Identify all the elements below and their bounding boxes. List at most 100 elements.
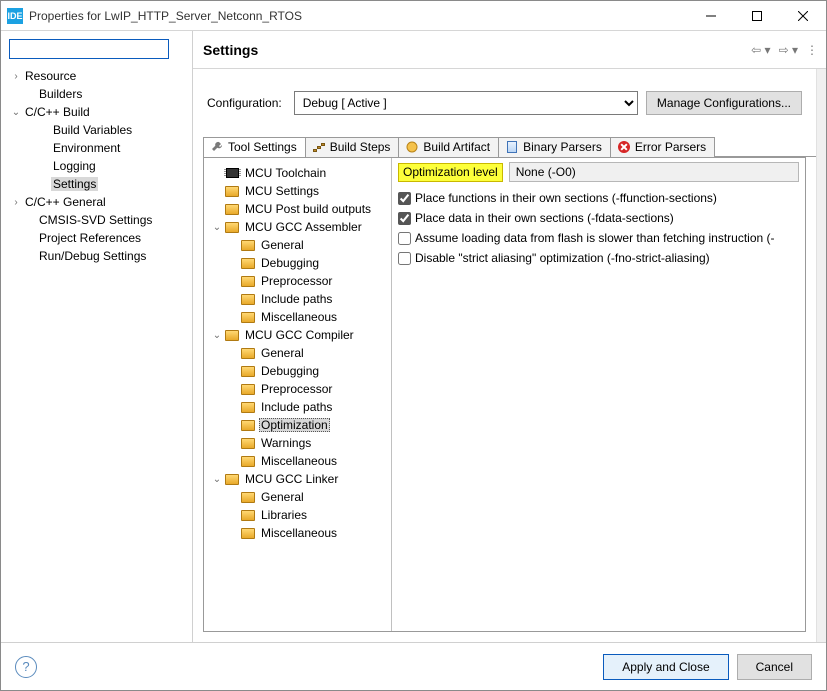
page-header: Settings ⇦ ▾ ⇨ ▾ ⋮ [193, 31, 826, 69]
tool-tree-label: MCU GCC Assembler [243, 220, 364, 234]
tool-tree-item[interactable]: General [206, 488, 389, 506]
tool-tree-item[interactable]: MCU Toolchain [206, 164, 389, 182]
tool-tree-item[interactable]: ⌄ MCU GCC Assembler [206, 218, 389, 236]
tree-twisty-icon[interactable]: ⌄ [9, 107, 23, 118]
tool-tree-item[interactable]: Optimization [206, 416, 389, 434]
menu-icon[interactable]: ⋮ [806, 43, 818, 57]
tool-tree-item[interactable]: ⌄MCU GCC Compiler [206, 326, 389, 344]
option-checkbox[interactable] [398, 252, 411, 265]
tool-tree-item[interactable]: Preprocessor [206, 380, 389, 398]
options-checkbox-list: Place functions in their own sections (-… [398, 188, 799, 268]
tree-item-label: C/C++ General [23, 195, 108, 209]
tree-item-label: Project References [37, 231, 143, 245]
tool-tree-item[interactable]: Include paths [206, 290, 389, 308]
option-checkbox[interactable] [398, 232, 411, 245]
help-icon[interactable]: ? [15, 656, 37, 678]
tool-tree-item[interactable]: Miscellaneous [206, 452, 389, 470]
tool-tree-label: Warnings [259, 436, 313, 450]
cancel-button[interactable]: Cancel [737, 654, 812, 680]
configuration-row: Configuration: Debug [ Active ] Manage C… [193, 69, 816, 133]
optimization-level-select[interactable]: None (-O0) [509, 162, 799, 182]
tool-tree-label: Preprocessor [259, 382, 334, 396]
option-checkbox-row[interactable]: Place data in their own sections (-fdata… [398, 208, 799, 228]
category-tree-item[interactable]: Run/Debug Settings [9, 247, 188, 265]
tool-tree-item[interactable]: General [206, 236, 389, 254]
tab-label: Binary Parsers [523, 140, 602, 154]
tool-tree-item[interactable]: ⌄ MCU GCC Linker [206, 470, 389, 488]
wrench-icon [210, 140, 224, 154]
tool-tree-label: Preprocessor [259, 274, 334, 288]
tab-error-parsers[interactable]: Error Parsers [610, 137, 715, 157]
manage-configurations-button[interactable]: Manage Configurations... [646, 91, 802, 115]
category-tree-item[interactable]: Builders [9, 85, 188, 103]
dialog-body: ›ResourceBuilders⌄C/C++ BuildBuild Varia… [1, 31, 826, 642]
category-tree-item[interactable]: ›Resource [9, 67, 188, 85]
category-tree-item[interactable]: Logging [9, 157, 188, 175]
tool-tree-item[interactable]: Debugging [206, 254, 389, 272]
artifact-icon [405, 140, 419, 154]
tool-tree-label: MCU Post build outputs [243, 202, 373, 216]
folder-icon [240, 238, 256, 252]
tab-tool-settings[interactable]: Tool Settings [203, 137, 306, 157]
tree-twisty-icon[interactable]: › [9, 197, 23, 208]
forward-icon[interactable]: ⇨ ▾ [779, 43, 798, 57]
tool-tree-item[interactable]: Libraries [206, 506, 389, 524]
tree-twisty-icon[interactable]: › [9, 71, 23, 82]
close-button[interactable] [780, 1, 826, 31]
tab-label: Build Artifact [423, 140, 490, 154]
tool-tree-label: MCU Toolchain [243, 166, 328, 180]
tree-twisty-icon[interactable]: ⌄ [210, 222, 224, 233]
tab-build-steps[interactable]: Build Steps [305, 137, 400, 157]
tab-label: Tool Settings [228, 140, 297, 154]
folder-icon [224, 328, 240, 342]
tool-tree-label: MCU GCC Linker [243, 472, 340, 486]
tool-tree-item[interactable]: Warnings [206, 434, 389, 452]
option-checkbox-row[interactable]: Disable "strict aliasing" optimization (… [398, 248, 799, 268]
tool-tree-label: General [259, 346, 306, 360]
category-tree-item[interactable]: Project References [9, 229, 188, 247]
tool-tree-item[interactable]: MCU Settings [206, 182, 389, 200]
tool-tree-label: Libraries [259, 508, 309, 522]
category-tree-item[interactable]: ›C/C++ General [9, 193, 188, 211]
tree-twisty-icon[interactable]: ⌄ [210, 330, 224, 341]
app-icon: IDE [7, 8, 23, 24]
tool-tree-item[interactable]: Miscellaneous [206, 524, 389, 542]
maximize-button[interactable] [734, 1, 780, 31]
titlebar: IDE Properties for LwIP_HTTP_Server_Netc… [1, 1, 826, 31]
tool-tree-item[interactable]: Miscellaneous [206, 308, 389, 326]
stairs-icon [312, 140, 326, 154]
apply-and-close-button[interactable]: Apply and Close [603, 654, 728, 680]
tool-settings-tree[interactable]: MCU Toolchain MCU Settings MCU Post build … [204, 158, 392, 631]
tool-tree-item[interactable]: Include paths [206, 398, 389, 416]
binary-icon [505, 140, 519, 154]
option-checkbox-row[interactable]: Place functions in their own sections (-… [398, 188, 799, 208]
back-icon[interactable]: ⇦ ▾ [751, 43, 770, 57]
tool-tree-item[interactable]: MCU Post build outputs [206, 200, 389, 218]
tool-tree-item[interactable]: Debugging [206, 362, 389, 380]
right-scrollbar[interactable] [816, 69, 826, 642]
folder-icon [240, 292, 256, 306]
option-checkbox[interactable] [398, 192, 411, 205]
tool-tree-item[interactable]: General [206, 344, 389, 362]
folder-icon [240, 346, 256, 360]
category-tree-item[interactable]: Environment [9, 139, 188, 157]
category-tree-item[interactable]: Build Variables [9, 121, 188, 139]
option-checkbox[interactable] [398, 212, 411, 225]
tool-tree-item[interactable]: Preprocessor [206, 272, 389, 290]
tab-build-artifact[interactable]: Build Artifact [398, 137, 499, 157]
tool-tree-label: Optimization [259, 418, 330, 432]
category-tree-item[interactable]: CMSIS-SVD Settings [9, 211, 188, 229]
tab-bar: Tool Settings Build Steps Build Artifact Bi… [193, 133, 816, 157]
option-checkbox-row[interactable]: Assume loading data from flash is slower… [398, 228, 799, 248]
tab-label: Error Parsers [635, 140, 706, 154]
tab-binary-parsers[interactable]: Binary Parsers [498, 137, 611, 157]
category-tree-item[interactable]: Settings [9, 175, 188, 193]
folder-icon [240, 454, 256, 468]
category-tree[interactable]: ›ResourceBuilders⌄C/C++ BuildBuild Varia… [9, 67, 188, 638]
category-tree-item[interactable]: ⌄C/C++ Build [9, 103, 188, 121]
minimize-button[interactable] [688, 1, 734, 31]
filter-input[interactable] [9, 39, 169, 59]
header-nav-icons: ⇦ ▾ ⇨ ▾ ⋮ [751, 43, 818, 57]
configuration-select[interactable]: Debug [ Active ] [294, 91, 638, 115]
tree-twisty-icon[interactable]: ⌄ [210, 474, 224, 485]
